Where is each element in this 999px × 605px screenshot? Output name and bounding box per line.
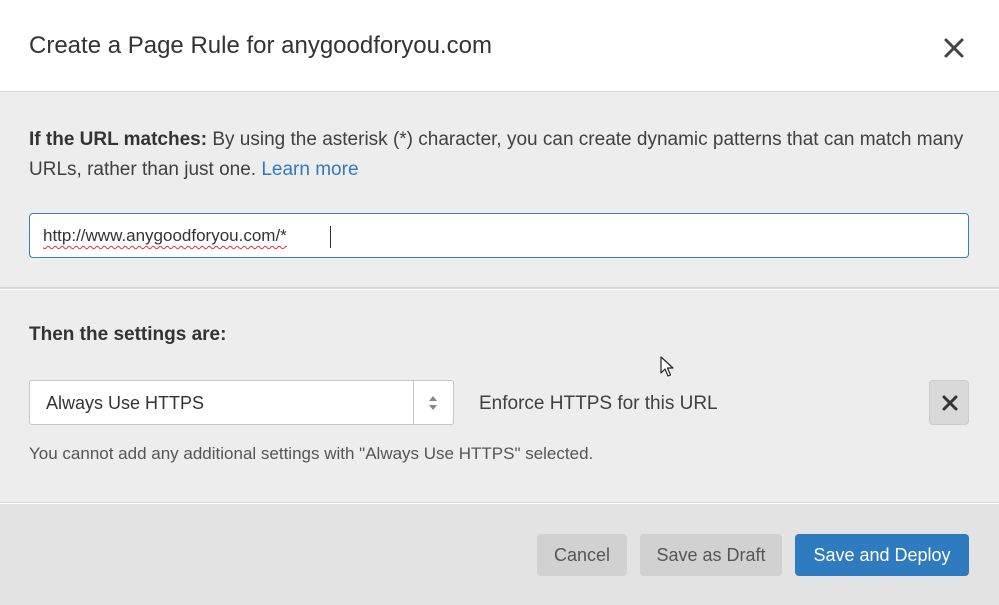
text-caret xyxy=(330,226,331,248)
close-icon xyxy=(942,395,958,411)
mouse-pointer-icon xyxy=(660,356,674,377)
setting-select-value: Always Use HTTPS xyxy=(46,393,205,413)
remove-setting-button[interactable] xyxy=(929,380,969,425)
url-input[interactable]: http://www.anygoodforyou.com/* xyxy=(29,213,969,258)
close-icon xyxy=(944,38,964,58)
save-as-draft-button[interactable]: Save as Draft xyxy=(640,534,782,576)
learn-more-link[interactable]: Learn more xyxy=(261,159,358,180)
close-button[interactable] xyxy=(938,32,970,64)
url-match-label: If the URL matches: xyxy=(29,129,208,150)
dialog-header: Create a Page Rule for anygoodforyou.com xyxy=(0,0,999,92)
select-divider xyxy=(413,381,414,424)
url-input-value: http://www.anygoodforyou.com/* xyxy=(43,226,287,245)
settings-section: Then the settings are: Always Use HTTPS … xyxy=(0,290,999,503)
cancel-button[interactable]: Cancel xyxy=(537,534,627,576)
url-match-section: If the URL matches: By using the asteris… xyxy=(0,92,999,289)
page-rule-dialog: Create a Page Rule for anygoodforyou.com… xyxy=(0,0,999,605)
save-and-deploy-button[interactable]: Save and Deploy xyxy=(795,534,969,576)
sort-arrows-icon xyxy=(429,396,437,410)
settings-warning: You cannot add any additional settings w… xyxy=(29,444,594,463)
dialog-footer: Cancel Save as Draft Save and Deploy xyxy=(0,504,999,605)
dialog-title: Create a Page Rule for anygoodforyou.com xyxy=(29,32,492,59)
settings-heading: Then the settings are: xyxy=(29,324,227,345)
setting-description: Enforce HTTPS for this URL xyxy=(479,393,718,414)
setting-select[interactable]: Always Use HTTPS xyxy=(29,380,454,425)
url-match-description: If the URL matches: By using the asteris… xyxy=(29,125,974,185)
